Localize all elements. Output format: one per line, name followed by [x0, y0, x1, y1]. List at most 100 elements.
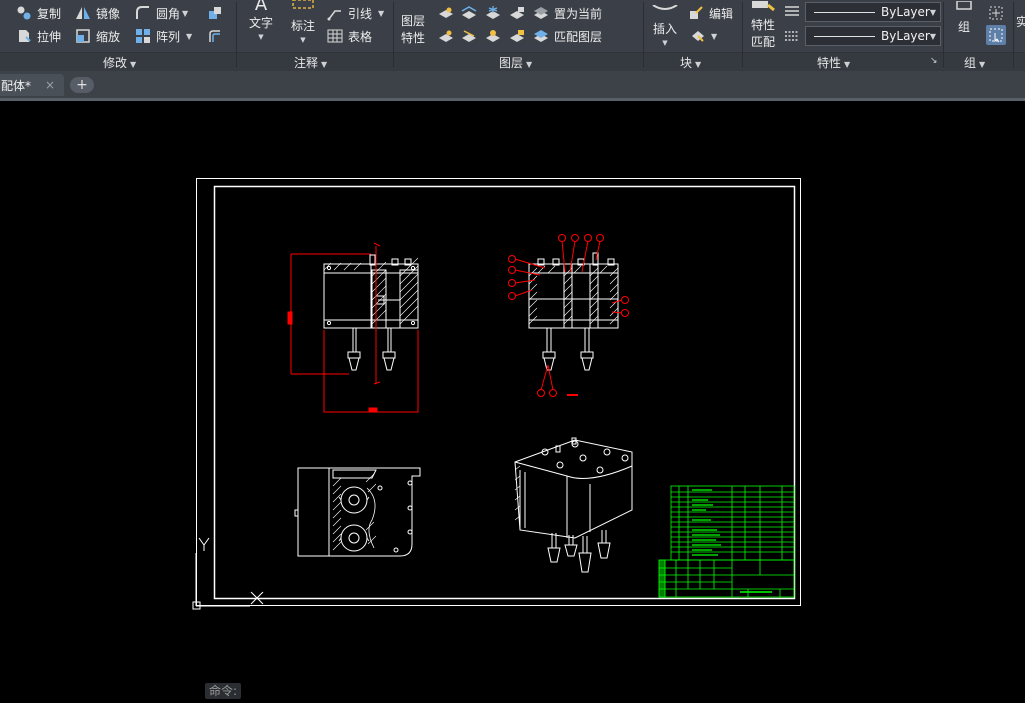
table-icon [327, 29, 343, 43]
groups-panel-title[interactable]: 组 ▼ [964, 54, 985, 71]
panel-separator [943, 2, 944, 68]
group-select-icon [989, 28, 1003, 43]
leader-icon [327, 10, 341, 21]
offset-icon [209, 30, 220, 42]
utilities-panel-cut-text: 实 [1016, 15, 1025, 29]
offset-button[interactable] [207, 26, 228, 46]
text-label: 文字 [248, 16, 273, 30]
layer-lock-button[interactable] [509, 3, 530, 23]
chevron-down-icon: ▼ [186, 31, 193, 41]
file-tab-active[interactable]: 配体* × [0, 74, 64, 96]
layer-on-button[interactable] [438, 26, 459, 46]
leader-button[interactable]: 引线 ▼ [327, 3, 384, 23]
fillet-button[interactable]: 圆角 [135, 3, 180, 23]
color-line-preview [814, 11, 876, 13]
command-line[interactable]: 命令: [205, 683, 242, 699]
match-properties-icon [752, 1, 775, 12]
linetype-line-preview [814, 35, 876, 37]
lineweight-icon-button[interactable] [784, 2, 805, 22]
new-tab-button[interactable]: + [70, 77, 94, 93]
linetype-dropdown[interactable]: ByLayer ▼ [805, 26, 941, 46]
block-edit-label: 编辑 [709, 6, 734, 21]
copy-button[interactable]: 复制 [16, 3, 61, 23]
scale-icon [76, 29, 90, 43]
modify-panel-title-text: 修改 [103, 56, 128, 70]
layer-freeze-button[interactable] [485, 3, 506, 23]
ungroup-icon [989, 6, 1003, 20]
properties-panel-title[interactable]: 特性 ▼ [817, 54, 850, 71]
block-edit-button[interactable]: 编辑 [688, 3, 733, 23]
properties-dialog-launcher[interactable]: ↘ [930, 53, 938, 69]
layer-lock-icon [510, 7, 524, 19]
close-icon[interactable]: × [45, 78, 55, 92]
plus-icon: + [76, 77, 88, 93]
lineweight-icon [785, 6, 799, 16]
array-dropdown[interactable]: ▼ [186, 26, 192, 46]
sheet-outer-border [196, 178, 801, 606]
table-button[interactable]: 表格 [327, 26, 372, 46]
group-button[interactable]: 组 [950, 0, 978, 34]
panel-separator [742, 2, 743, 68]
explode-button[interactable] [207, 3, 228, 23]
linetype-icon-button[interactable] [784, 26, 805, 46]
ungroup-button[interactable] [988, 3, 1009, 23]
layer-thaw-icon [486, 30, 500, 42]
insert-button[interactable]: 插入 ▼ [648, 0, 682, 50]
ribbon: 复制 镜像 圆角 ▼ 拉伸 缩放 阵列 ▼ 修改▼ A 文字 ▼ 标注 ▼ 引 [0, 0, 1025, 71]
block-attribute-icon [692, 31, 704, 42]
utilities-panel-cut[interactable]: 实 [1016, 13, 1025, 30]
stretch-label: 拉伸 [37, 29, 62, 44]
linetype-value: ByLayer [881, 29, 930, 43]
stretch-button[interactable]: 拉伸 [16, 26, 61, 46]
set-current-icon [534, 7, 548, 19]
match-layer-button[interactable]: 匹配图层 [533, 26, 602, 46]
text-button[interactable]: A 文字 ▼ [246, 0, 276, 44]
front-view-drawing [287, 242, 419, 413]
layer-freeze-icon [486, 6, 500, 19]
chevron-down-icon: ▼ [929, 7, 936, 17]
block-panel-title[interactable]: 块 ▼ [680, 54, 701, 71]
table-label: 表格 [348, 29, 373, 44]
dimension-icon [292, 0, 314, 9]
model-space-canvas[interactable] [0, 101, 1025, 703]
layer-unisolate-button[interactable] [461, 26, 482, 46]
modify-panel-title[interactable]: 修改 ▼ [103, 54, 136, 71]
chevron-down-icon: ▼ [182, 8, 189, 18]
layers-panel-title[interactable]: 图层 ▼ [499, 54, 532, 71]
bottom-view-drawing [294, 467, 421, 557]
match-properties-button[interactable]: 特性 匹配 [748, 0, 778, 49]
array-icon [136, 29, 150, 43]
annotation-panel-title[interactable]: 注释 ▼ [294, 54, 327, 71]
scale-button[interactable]: 缩放 [75, 26, 120, 46]
color-dropdown[interactable]: ByLayer ▼ [805, 2, 941, 22]
layer-on-icon [439, 30, 453, 42]
block-attribute-button[interactable]: ▼ [690, 26, 717, 46]
chevron-down-icon: ▼ [378, 8, 385, 18]
panel-separator [643, 2, 644, 68]
copy-label: 复制 [37, 6, 62, 21]
panel-separator [1013, 2, 1014, 68]
layer-thaw-button[interactable] [485, 26, 506, 46]
dialog-launcher-icon: ↘ [930, 56, 938, 66]
group-selection-toggle[interactable] [986, 25, 1006, 45]
mirror-button[interactable]: 镜像 [75, 3, 120, 23]
insert-label: 插入 [652, 22, 677, 36]
title-block-parts-list [658, 485, 795, 598]
layer-off-button[interactable] [438, 3, 459, 23]
fillet-label: 圆角 [156, 6, 181, 21]
linetype-icon [785, 31, 799, 41]
panel-separator [393, 2, 394, 68]
array-button[interactable]: 阵列 [135, 26, 180, 46]
block-panel-title-text: 块 [680, 56, 693, 70]
dimension-button[interactable]: 标注 ▼ [288, 0, 318, 47]
chevron-down-icon: ▼ [711, 31, 718, 41]
fillet-dropdown[interactable]: ▼ [182, 3, 188, 23]
group-icon [956, 0, 972, 10]
layer-isolate-button[interactable] [461, 3, 482, 23]
layer-unlock-button[interactable] [509, 26, 530, 46]
stretch-icon [19, 30, 31, 42]
set-current-button[interactable]: 置为当前 [533, 3, 602, 23]
layer-properties-button[interactable]: 图层 特性 [398, 14, 428, 45]
insert-block-icon [652, 4, 678, 10]
match-properties-label-1: 特性 [750, 18, 775, 32]
